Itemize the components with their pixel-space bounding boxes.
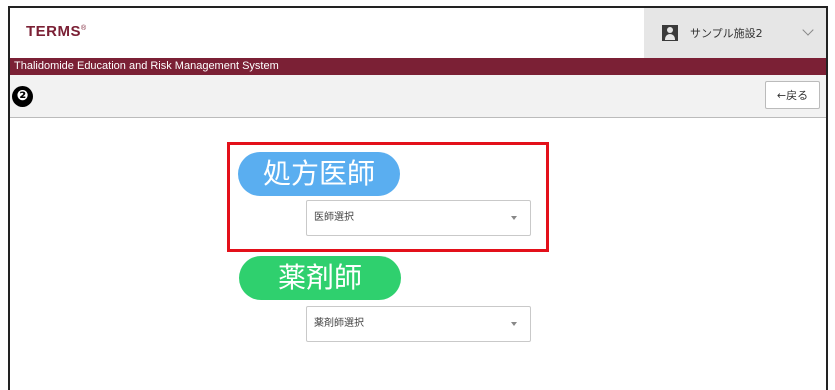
doctor-select-placeholder: 医師選択 bbox=[314, 212, 354, 223]
step-marker: ❷ bbox=[12, 86, 33, 107]
pharmacist-label: 薬剤師 bbox=[239, 256, 401, 300]
back-button[interactable]: ←戻る bbox=[765, 81, 820, 109]
facility-name: サンプル施設2 bbox=[690, 27, 763, 40]
top-bar: TERMS® サンプル施設2 bbox=[10, 8, 826, 58]
terms-logo: TERMS® bbox=[26, 23, 87, 40]
chevron-down-icon bbox=[802, 24, 814, 36]
pharmacist-select-placeholder: 薬剤師選択 bbox=[314, 318, 364, 329]
doctor-select[interactable]: 医師選択 bbox=[306, 200, 531, 236]
system-name-banner: Thalidomide Education and Risk Managemen… bbox=[10, 58, 826, 75]
sub-toolbar: ❷ ←戻る bbox=[10, 75, 826, 118]
caret-down-icon bbox=[511, 216, 517, 220]
user-icon bbox=[662, 25, 678, 41]
prescribing-doctor-label: 処方医師 bbox=[238, 152, 400, 196]
caret-down-icon bbox=[511, 322, 517, 326]
pharmacist-select[interactable]: 薬剤師選択 bbox=[306, 306, 531, 342]
facility-selector[interactable]: サンプル施設2 bbox=[644, 8, 826, 58]
